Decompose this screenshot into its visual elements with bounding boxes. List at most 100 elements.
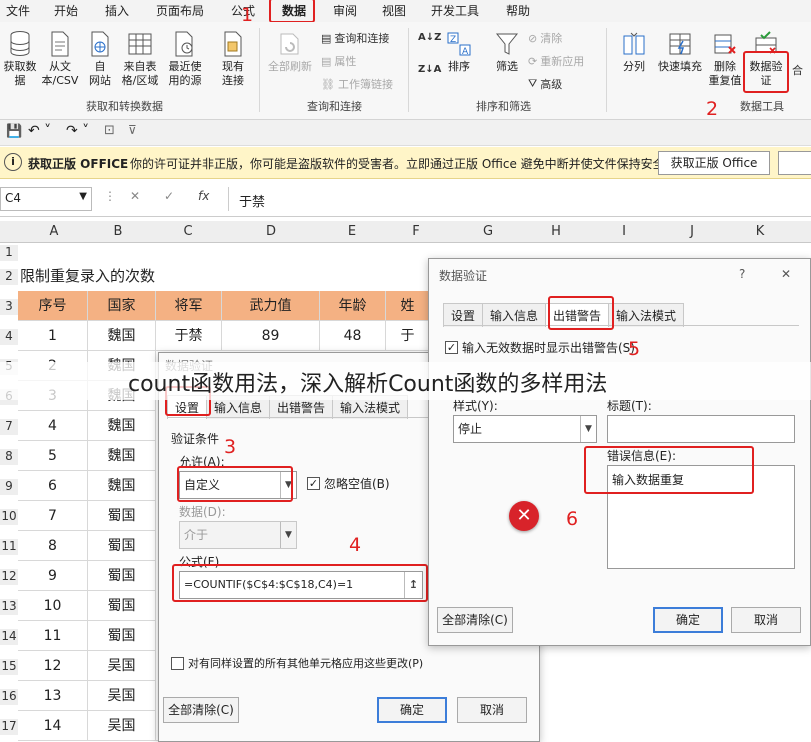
ok-button[interactable]: 确定 xyxy=(377,697,447,723)
notice-second-button[interactable] xyxy=(778,151,811,175)
row-header[interactable]: 1 xyxy=(0,245,18,261)
table-cell[interactable]: 魏国 xyxy=(88,471,156,501)
formula-input[interactable]: 于禁 xyxy=(228,187,811,211)
row-header[interactable]: 3 xyxy=(0,299,18,315)
table-cell[interactable]: 89 xyxy=(222,321,320,351)
show-error-alert-checkbox[interactable]: ✓ 输入无效数据时显示出错警告(S) xyxy=(445,339,635,356)
column-header[interactable]: K xyxy=(742,224,778,239)
row-header[interactable]: 4 xyxy=(0,329,18,345)
table-cell[interactable]: 7 xyxy=(18,501,88,531)
table-cell[interactable]: 6 xyxy=(18,471,88,501)
flash-fill-button[interactable]: 快速填充 xyxy=(654,30,706,74)
camera-icon[interactable]: ⊡ xyxy=(104,123,115,138)
row-header[interactable]: 11 xyxy=(0,539,18,555)
column-header[interactable]: J xyxy=(674,224,710,239)
table-header-cell[interactable]: 序号 xyxy=(18,291,88,321)
table-cell[interactable]: 吴国 xyxy=(88,681,156,711)
column-header[interactable]: C xyxy=(170,224,206,239)
table-cell[interactable]: 48 xyxy=(320,321,386,351)
table-cell[interactable]: 1 xyxy=(18,321,88,351)
menu-insert[interactable]: 插入 xyxy=(105,2,129,19)
filter-button[interactable]: 筛选 xyxy=(492,30,522,74)
row-header[interactable]: 13 xyxy=(0,599,18,615)
row-header[interactable]: 7 xyxy=(0,419,18,435)
sort-button[interactable]: ZA 排序 xyxy=(444,30,474,74)
menu-file[interactable]: 文件 xyxy=(6,2,30,19)
from-web-button[interactable]: 自 网站 xyxy=(84,30,116,88)
menu-page-layout[interactable]: 页面布局 xyxy=(156,2,204,19)
table-cell[interactable]: 蜀国 xyxy=(88,531,156,561)
menu-review[interactable]: 审阅 xyxy=(333,2,357,19)
column-header[interactable]: I xyxy=(606,224,642,239)
table-cell[interactable]: 蜀国 xyxy=(88,501,156,531)
column-header[interactable]: H xyxy=(538,224,574,239)
column-header[interactable]: B xyxy=(100,224,136,239)
table-cell[interactable]: 于 xyxy=(386,321,430,351)
row-header[interactable]: 9 xyxy=(0,479,18,495)
menu-home[interactable]: 开始 xyxy=(54,2,78,19)
insert-function-icon[interactable]: fx xyxy=(198,189,209,203)
confirm-entry-icon[interactable]: ✓ xyxy=(164,189,174,203)
name-box[interactable]: C4 ▼ xyxy=(0,187,92,211)
clear-all-button[interactable]: 全部清除(C) xyxy=(437,607,513,633)
ok-button[interactable]: 确定 xyxy=(653,607,723,633)
sort-az-button[interactable]: A↓Z xyxy=(418,32,441,43)
table-cell[interactable]: 吴国 xyxy=(88,711,156,741)
table-cell[interactable]: 9 xyxy=(18,561,88,591)
row-header[interactable]: 16 xyxy=(0,689,18,705)
table-cell[interactable]: 蜀国 xyxy=(88,621,156,651)
help-icon[interactable]: ? xyxy=(739,267,745,281)
menu-view[interactable]: 视图 xyxy=(382,2,406,19)
table-header-cell[interactable]: 年龄 xyxy=(320,291,386,321)
column-header[interactable]: G xyxy=(470,224,506,239)
table-cell[interactable]: 魏国 xyxy=(88,321,156,351)
properties-button[interactable]: ▤ 属性 xyxy=(321,53,356,69)
table-cell[interactable]: 蜀国 xyxy=(88,561,156,591)
from-table-button[interactable]: 来自表 格/区域 xyxy=(118,30,162,88)
table-cell[interactable]: 蜀国 xyxy=(88,591,156,621)
cancel-button[interactable]: 取消 xyxy=(731,607,801,633)
row-header[interactable]: 10 xyxy=(0,509,18,525)
menu-developer[interactable]: 开发工具 xyxy=(431,2,479,19)
recent-sources-button[interactable]: 最近使 用的源 xyxy=(164,30,206,88)
table-cell[interactable]: 魏国 xyxy=(88,441,156,471)
customize-qat-icon[interactable]: ⊽ xyxy=(128,123,137,137)
table-header-cell[interactable]: 将军 xyxy=(156,291,222,321)
workbook-links-button[interactable]: ⛓ 工作簿链接 xyxy=(321,76,393,92)
table-header-cell[interactable]: 国家 xyxy=(88,291,156,321)
table-header-cell[interactable]: 武力值 xyxy=(222,291,320,321)
cancel-button[interactable]: 取消 xyxy=(457,697,527,723)
data-select[interactable]: 介于 ▼ xyxy=(179,521,297,549)
column-header[interactable]: E xyxy=(334,224,370,239)
clear-filter-button[interactable]: ⊘ 清除 xyxy=(528,30,562,46)
table-cell[interactable]: 吴国 xyxy=(88,651,156,681)
row-header[interactable]: 8 xyxy=(0,449,18,465)
get-data-button[interactable]: 获取数 据 xyxy=(2,30,38,88)
redo-icon[interactable]: ↷ ˅ xyxy=(66,123,89,139)
column-header[interactable]: F xyxy=(398,224,434,239)
get-genuine-office-button[interactable]: 获取正版 Office xyxy=(658,151,770,175)
undo-icon[interactable]: ↶ ˅ xyxy=(28,123,51,139)
refresh-all-button[interactable]: 全部刷新 xyxy=(264,30,316,74)
tab-ime-mode[interactable]: 输入法模式 xyxy=(608,303,685,327)
table-header-cell[interactable]: 姓 xyxy=(386,291,430,321)
table-cell[interactable]: 10 xyxy=(18,591,88,621)
close-icon[interactable]: ✕ xyxy=(781,267,791,281)
table-cell[interactable]: 12 xyxy=(18,651,88,681)
text-to-columns-button[interactable]: 分列 xyxy=(616,30,652,74)
table-cell[interactable]: 13 xyxy=(18,681,88,711)
table-cell[interactable]: 11 xyxy=(18,621,88,651)
column-header[interactable]: D xyxy=(253,224,289,239)
sort-za-button[interactable]: Z↓A xyxy=(418,64,441,75)
apply-to-all-checkbox[interactable]: 对有同样设置的所有其他单元格应用这些更改(P) xyxy=(171,655,423,671)
style-select[interactable]: 停止 ▼ xyxy=(453,415,597,443)
table-cell[interactable]: 于禁 xyxy=(156,321,222,351)
table-cell[interactable]: 魏国 xyxy=(88,411,156,441)
reapply-button[interactable]: ⟳ 重新应用 xyxy=(528,53,584,69)
alert-title-input[interactable] xyxy=(607,415,795,443)
table-cell[interactable]: 8 xyxy=(18,531,88,561)
advanced-filter-button[interactable]: ⛛ 高级 xyxy=(528,76,562,92)
clear-all-button[interactable]: 全部清除(C) xyxy=(163,697,239,723)
tab-settings[interactable]: 设置 xyxy=(443,303,484,327)
column-header[interactable]: A xyxy=(36,224,72,239)
